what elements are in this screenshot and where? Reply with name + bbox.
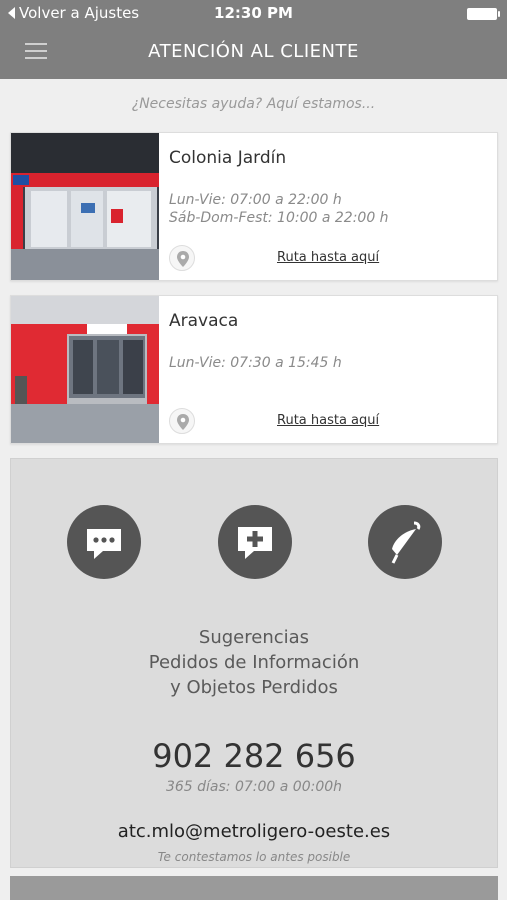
office-name: Colonia Jardín — [169, 148, 287, 168]
contact-topic-lost: y Objetos Perdidos — [170, 677, 338, 698]
navigation-bar: ATENCIÓN AL CLIENTE — [0, 26, 507, 79]
office-hours-weekend: Sáb-Dom-Fest: 10:00 a 22:00 h — [169, 210, 389, 226]
contact-topics: Sugerencias Pedidos de Información y Obj… — [11, 625, 497, 700]
status-bar: Volver a Ajustes 12:30 PM — [0, 0, 507, 26]
office-hours-weekdays: Lun-Vie: 07:00 a 22:00 h — [169, 192, 342, 208]
contact-topic-suggestions: Sugerencias — [198, 627, 310, 648]
help-subtitle: ¿Necesitas ayuda? Aquí estamos... — [131, 96, 376, 112]
email-link[interactable]: atc.mlo@metroligero-oeste.es — [11, 821, 497, 842]
lost-umbrella-icon[interactable] — [368, 505, 442, 579]
email-note: Te contestamos lo antes posible — [157, 850, 351, 864]
contact-panel: Sugerencias Pedidos de Información y Obj… — [10, 458, 498, 868]
page-title: ATENCIÓN AL CLIENTE — [148, 41, 359, 62]
office-hours: Lun-Vie: 07:30 a 15:45 h — [169, 354, 342, 372]
contact-topic-info: Pedidos de Información — [148, 652, 360, 673]
office-photo — [11, 133, 159, 280]
route-link[interactable]: Ruta hasta aquí — [277, 250, 379, 265]
map-pin-icon[interactable] — [169, 245, 195, 271]
phone-number[interactable]: 902 282 656 — [11, 737, 497, 775]
status-time: 12:30 PM — [214, 4, 293, 22]
map-pin-icon[interactable] — [169, 408, 195, 434]
battery-icon — [467, 8, 500, 20]
phone-hours: 365 días: 07:00 a 00:00h — [165, 779, 343, 795]
route-link[interactable]: Ruta hasta aquí — [277, 413, 379, 428]
office-card-colonia-jardin[interactable]: Colonia Jardín Lun-Vie: 07:00 a 22:00 h … — [10, 132, 498, 281]
office-name: Aravaca — [169, 311, 239, 331]
office-card-aravaca[interactable]: Aravaca Lun-Vie: 07:30 a 15:45 h Ruta ha… — [10, 295, 498, 444]
office-hours-weekdays: Lun-Vie: 07:30 a 15:45 h — [169, 355, 342, 371]
office-photo — [11, 296, 159, 443]
add-message-icon[interactable] — [218, 505, 292, 579]
bottom-button-partial[interactable] — [10, 876, 498, 900]
chat-bubble-icon[interactable] — [67, 505, 141, 579]
office-hours: Lun-Vie: 07:00 a 22:00 h Sáb-Dom-Fest: 1… — [169, 191, 389, 227]
